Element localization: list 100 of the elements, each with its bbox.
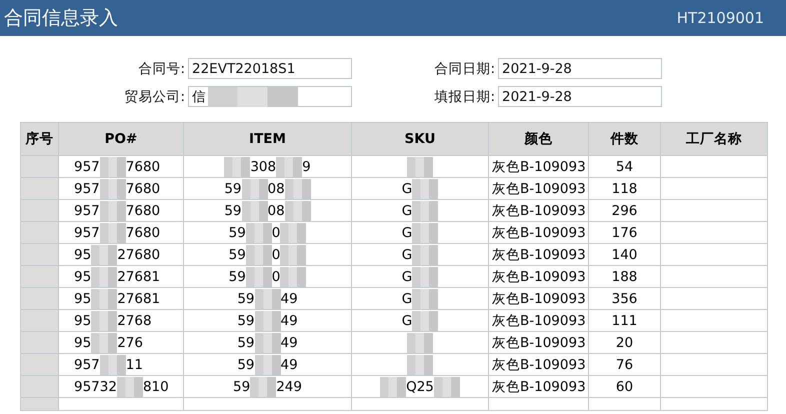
- cell-text: G: [402, 224, 412, 240]
- redaction-mosaic: [254, 332, 280, 352]
- redaction-mosaic: [242, 200, 268, 220]
- cell-text: 59: [237, 356, 254, 372]
- table-cell: 灰色B-109093: [492, 334, 586, 350]
- contract-code: HT2109001: [676, 9, 764, 27]
- cell-text: 0: [272, 224, 280, 240]
- redaction-mosaic: [100, 200, 126, 220]
- redaction-mosaic: [100, 178, 126, 198]
- cell-text: G: [402, 246, 412, 262]
- cell-text: G: [402, 290, 412, 306]
- cell-text: 9: [302, 158, 311, 174]
- cell-text: 308: [250, 158, 276, 174]
- redaction-mosaic: [412, 310, 438, 330]
- field-label: 合同日期:: [434, 60, 495, 78]
- cell-text: 957: [74, 158, 100, 174]
- redaction-mosaic: [412, 266, 438, 286]
- cell-text: Q25: [406, 378, 434, 394]
- redaction-mosaic: [254, 288, 280, 308]
- cell-text: 27681: [117, 290, 160, 306]
- redaction-mosaic: [100, 222, 126, 242]
- cell-text: 59: [224, 180, 242, 196]
- redaction-mosaic: [91, 332, 118, 352]
- cell-text: 27680: [117, 246, 160, 262]
- redaction-mosaic: [407, 156, 433, 176]
- cell-text: 11: [126, 356, 143, 372]
- redaction-mosaic: [250, 376, 276, 396]
- redaction-mosaic: [276, 156, 302, 176]
- cell-text: 49: [280, 312, 298, 328]
- table-cell: 灰色B-109093: [492, 158, 586, 174]
- cell-text: 49: [280, 356, 298, 372]
- column-header: 颜色: [488, 122, 588, 156]
- column-header: SKU: [352, 122, 488, 156]
- table-cell: 60: [616, 378, 634, 394]
- input-field[interactable]: 22EVT22018S1: [188, 58, 352, 79]
- cell-text: 95: [74, 246, 92, 262]
- column-header: PO#: [58, 122, 184, 156]
- cell-text: 59: [228, 224, 246, 240]
- input-field[interactable]: 2021-9-28: [498, 58, 662, 79]
- cell-text: 810: [142, 378, 169, 394]
- redaction-mosaic: [100, 156, 126, 176]
- cell-text: 95732: [74, 378, 117, 394]
- cell-text: 59: [224, 202, 242, 218]
- cell-text: 59: [237, 312, 254, 328]
- cell-text: 0: [272, 246, 280, 262]
- redaction-mosaic: [246, 222, 272, 242]
- redaction-mosaic: [91, 310, 118, 330]
- redaction-mosaic: [280, 244, 306, 264]
- redaction-mosaic: [91, 244, 118, 264]
- window-title: 合同信息录入: [4, 6, 118, 31]
- table-cell: 76: [616, 356, 634, 372]
- redaction-mosaic: [100, 354, 126, 374]
- table-cell: 灰色B-109093: [492, 356, 586, 372]
- table-cell: 111: [612, 312, 638, 328]
- cell-text: G: [402, 180, 412, 196]
- redaction-mosaic: [412, 200, 438, 220]
- redaction-mosaic: [280, 266, 306, 286]
- cell-text: 95: [74, 268, 92, 284]
- column-header: 序号: [20, 122, 58, 156]
- cell-text: 27681: [117, 268, 160, 284]
- cell-text: 95: [74, 312, 92, 328]
- cell-text: 7680: [126, 180, 160, 196]
- redaction-mosaic: [246, 266, 272, 286]
- cell-text: 59: [228, 246, 246, 262]
- field-value: 信: [192, 88, 206, 106]
- table-cell: 20: [616, 334, 634, 350]
- redaction-mosaic: [254, 354, 280, 374]
- field-value: 2021-9-28: [502, 60, 572, 76]
- redaction-mosaic: [224, 156, 250, 176]
- table-cell: 灰色B-109093: [492, 246, 586, 262]
- input-field[interactable]: 2021-9-28: [498, 86, 662, 107]
- field-value: 2021-9-28: [502, 88, 572, 104]
- column-header: 件数: [588, 122, 660, 156]
- table-cell: 118: [612, 180, 638, 196]
- input-field[interactable]: 信: [188, 86, 352, 107]
- field-label: 填报日期:: [434, 88, 495, 106]
- redaction-mosaic: [91, 266, 118, 286]
- redaction-mosaic: [284, 178, 311, 198]
- column-header: ITEM: [184, 122, 352, 156]
- table-cell: 54: [616, 158, 634, 174]
- cell-text: 957: [74, 180, 100, 196]
- redaction-mosaic: [246, 244, 272, 264]
- cell-text: 49: [280, 334, 298, 350]
- table-cell: 灰色B-109093: [492, 378, 586, 394]
- cell-text: 95: [74, 334, 92, 350]
- redaction-mosaic: [91, 288, 118, 308]
- table-cell: 140: [612, 246, 638, 262]
- table-cell: 188: [612, 268, 638, 284]
- table-cell: 灰色B-109093: [492, 312, 586, 328]
- redaction-mosaic: [412, 244, 438, 264]
- cell-text: 95: [74, 290, 92, 306]
- redaction-mosaic: [412, 222, 438, 242]
- redaction-mosaic: [412, 288, 438, 308]
- redaction-mosaic: [254, 310, 280, 330]
- cell-text: 08: [268, 180, 285, 196]
- cell-text: 59: [237, 334, 254, 350]
- cell-text: 0: [272, 268, 280, 284]
- field-value: 22EVT22018S1: [192, 60, 296, 76]
- cell-text: G: [402, 312, 412, 328]
- cell-text: 49: [280, 290, 298, 306]
